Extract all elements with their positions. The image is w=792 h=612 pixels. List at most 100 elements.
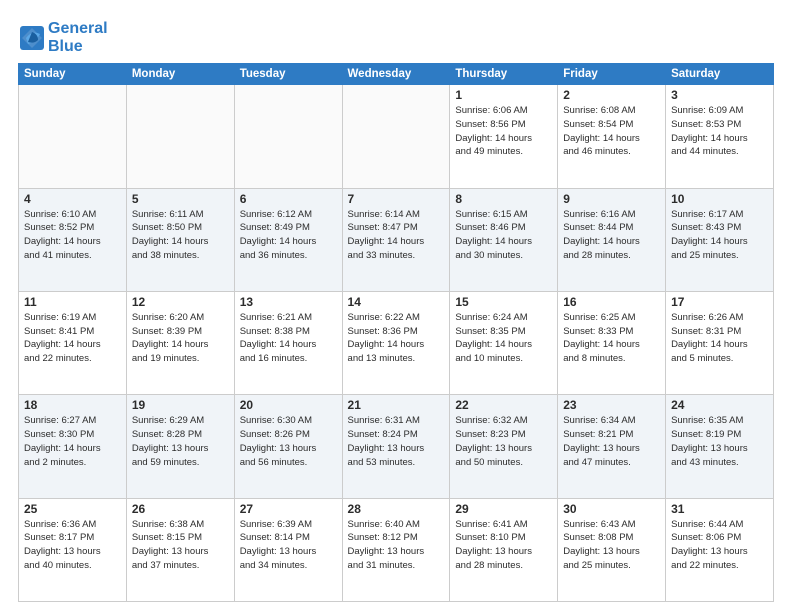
calendar-cell: 16 Sunrise: 6:25 AM Sunset: 8:33 PM Dayli… [558, 291, 666, 394]
calendar-cell: 13 Sunrise: 6:21 AM Sunset: 8:38 PM Dayli… [234, 291, 342, 394]
day-info: Sunrise: 6:21 AM Sunset: 8:38 PM Dayligh… [240, 311, 337, 366]
calendar-cell: 10 Sunrise: 6:17 AM Sunset: 8:43 PM Dayli… [666, 188, 774, 291]
calendar-cell: 2 Sunrise: 6:08 AM Sunset: 8:54 PM Daylig… [558, 85, 666, 188]
calendar-header-row: SundayMondayTuesdayWednesdayThursdayFrid… [19, 64, 774, 85]
day-info: Sunrise: 6:15 AM Sunset: 8:46 PM Dayligh… [455, 208, 552, 263]
calendar-cell: 3 Sunrise: 6:09 AM Sunset: 8:53 PM Daylig… [666, 85, 774, 188]
day-info: Sunrise: 6:25 AM Sunset: 8:33 PM Dayligh… [563, 311, 660, 366]
day-number: 5 [132, 192, 229, 206]
calendar-cell: 7 Sunrise: 6:14 AM Sunset: 8:47 PM Daylig… [342, 188, 450, 291]
day-info: Sunrise: 6:27 AM Sunset: 8:30 PM Dayligh… [24, 414, 121, 469]
day-number: 27 [240, 502, 337, 516]
day-info: Sunrise: 6:19 AM Sunset: 8:41 PM Dayligh… [24, 311, 121, 366]
day-info: Sunrise: 6:43 AM Sunset: 8:08 PM Dayligh… [563, 518, 660, 573]
calendar-cell: 17 Sunrise: 6:26 AM Sunset: 8:31 PM Dayli… [666, 291, 774, 394]
day-number: 12 [132, 295, 229, 309]
day-info: Sunrise: 6:06 AM Sunset: 8:56 PM Dayligh… [455, 104, 552, 159]
day-number: 16 [563, 295, 660, 309]
day-info: Sunrise: 6:08 AM Sunset: 8:54 PM Dayligh… [563, 104, 660, 159]
calendar-cell: 5 Sunrise: 6:11 AM Sunset: 8:50 PM Daylig… [126, 188, 234, 291]
calendar-cell: 12 Sunrise: 6:20 AM Sunset: 8:39 PM Dayli… [126, 291, 234, 394]
calendar-week-row: 25Sunrise: 6:36 AM Sunset: 8:17 PM Dayli… [19, 498, 774, 601]
header: General Blue [18, 16, 774, 55]
calendar-week-row: 1Sunrise: 6:06 AM Sunset: 8:56 PM Daylig… [19, 85, 774, 188]
day-number: 21 [348, 398, 445, 412]
calendar-cell: 29 Sunrise: 6:41 AM Sunset: 8:10 PM Dayli… [450, 498, 558, 601]
calendar-cell: 1Sunrise: 6:06 AM Sunset: 8:56 PM Daylig… [450, 85, 558, 188]
day-info: Sunrise: 6:22 AM Sunset: 8:36 PM Dayligh… [348, 311, 445, 366]
day-info: Sunrise: 6:10 AM Sunset: 8:52 PM Dayligh… [24, 208, 121, 263]
day-number: 13 [240, 295, 337, 309]
day-number: 28 [348, 502, 445, 516]
weekday-header: Friday [558, 64, 666, 85]
day-number: 18 [24, 398, 121, 412]
calendar-week-row: 11 Sunrise: 6:19 AM Sunset: 8:41 PM Dayli… [19, 291, 774, 394]
logo-text: General Blue [48, 20, 108, 55]
calendar-cell [19, 85, 127, 188]
calendar-cell [234, 85, 342, 188]
calendar-cell: 20Sunrise: 6:30 AM Sunset: 8:26 PM Dayli… [234, 395, 342, 498]
day-info: Sunrise: 6:44 AM Sunset: 8:06 PM Dayligh… [671, 518, 768, 573]
logo: General Blue [18, 20, 108, 55]
calendar-cell: 18 Sunrise: 6:27 AM Sunset: 8:30 PM Dayli… [19, 395, 127, 498]
day-number: 24 [671, 398, 768, 412]
day-number: 29 [455, 502, 552, 516]
weekday-header: Tuesday [234, 64, 342, 85]
day-number: 2 [563, 88, 660, 102]
day-info: Sunrise: 6:38 AM Sunset: 8:15 PM Dayligh… [132, 518, 229, 573]
calendar-cell: 26Sunrise: 6:38 AM Sunset: 8:15 PM Dayli… [126, 498, 234, 601]
calendar-cell: 19 Sunrise: 6:29 AM Sunset: 8:28 PM Dayli… [126, 395, 234, 498]
calendar-cell: 31 Sunrise: 6:44 AM Sunset: 8:06 PM Dayli… [666, 498, 774, 601]
day-number: 11 [24, 295, 121, 309]
day-number: 30 [563, 502, 660, 516]
calendar-cell: 28 Sunrise: 6:40 AM Sunset: 8:12 PM Dayli… [342, 498, 450, 601]
day-number: 3 [671, 88, 768, 102]
calendar-cell: 24 Sunrise: 6:35 AM Sunset: 8:19 PM Dayli… [666, 395, 774, 498]
day-number: 31 [671, 502, 768, 516]
day-info: Sunrise: 6:34 AM Sunset: 8:21 PM Dayligh… [563, 414, 660, 469]
calendar-cell: 8 Sunrise: 6:15 AM Sunset: 8:46 PM Daylig… [450, 188, 558, 291]
calendar-cell: 21 Sunrise: 6:31 AM Sunset: 8:24 PM Dayli… [342, 395, 450, 498]
calendar-week-row: 18 Sunrise: 6:27 AM Sunset: 8:30 PM Dayli… [19, 395, 774, 498]
day-number: 22 [455, 398, 552, 412]
day-number: 14 [348, 295, 445, 309]
day-info: Sunrise: 6:41 AM Sunset: 8:10 PM Dayligh… [455, 518, 552, 573]
calendar-cell: 25Sunrise: 6:36 AM Sunset: 8:17 PM Dayli… [19, 498, 127, 601]
calendar-week-row: 4 Sunrise: 6:10 AM Sunset: 8:52 PM Daylig… [19, 188, 774, 291]
day-number: 4 [24, 192, 121, 206]
calendar-cell [126, 85, 234, 188]
logo-icon [18, 24, 46, 52]
day-info: Sunrise: 6:32 AM Sunset: 8:23 PM Dayligh… [455, 414, 552, 469]
day-info: Sunrise: 6:31 AM Sunset: 8:24 PM Dayligh… [348, 414, 445, 469]
day-number: 10 [671, 192, 768, 206]
day-number: 23 [563, 398, 660, 412]
day-info: Sunrise: 6:40 AM Sunset: 8:12 PM Dayligh… [348, 518, 445, 573]
day-info: Sunrise: 6:12 AM Sunset: 8:49 PM Dayligh… [240, 208, 337, 263]
page: General Blue SundayMondayTuesdayWednesda… [0, 0, 792, 612]
day-info: Sunrise: 6:35 AM Sunset: 8:19 PM Dayligh… [671, 414, 768, 469]
day-number: 15 [455, 295, 552, 309]
day-info: Sunrise: 6:29 AM Sunset: 8:28 PM Dayligh… [132, 414, 229, 469]
weekday-header: Wednesday [342, 64, 450, 85]
calendar-cell: 27Sunrise: 6:39 AM Sunset: 8:14 PM Dayli… [234, 498, 342, 601]
day-info: Sunrise: 6:26 AM Sunset: 8:31 PM Dayligh… [671, 311, 768, 366]
day-info: Sunrise: 6:11 AM Sunset: 8:50 PM Dayligh… [132, 208, 229, 263]
calendar-cell: 9Sunrise: 6:16 AM Sunset: 8:44 PM Daylig… [558, 188, 666, 291]
weekday-header: Monday [126, 64, 234, 85]
day-info: Sunrise: 6:24 AM Sunset: 8:35 PM Dayligh… [455, 311, 552, 366]
day-number: 17 [671, 295, 768, 309]
day-number: 19 [132, 398, 229, 412]
weekday-header: Saturday [666, 64, 774, 85]
calendar-cell: 15 Sunrise: 6:24 AM Sunset: 8:35 PM Dayli… [450, 291, 558, 394]
day-info: Sunrise: 6:20 AM Sunset: 8:39 PM Dayligh… [132, 311, 229, 366]
day-info: Sunrise: 6:17 AM Sunset: 8:43 PM Dayligh… [671, 208, 768, 263]
calendar-cell: 6 Sunrise: 6:12 AM Sunset: 8:49 PM Daylig… [234, 188, 342, 291]
day-info: Sunrise: 6:30 AM Sunset: 8:26 PM Dayligh… [240, 414, 337, 469]
day-number: 6 [240, 192, 337, 206]
day-number: 7 [348, 192, 445, 206]
day-info: Sunrise: 6:09 AM Sunset: 8:53 PM Dayligh… [671, 104, 768, 159]
calendar-cell: 30 Sunrise: 6:43 AM Sunset: 8:08 PM Dayli… [558, 498, 666, 601]
day-number: 8 [455, 192, 552, 206]
day-info: Sunrise: 6:14 AM Sunset: 8:47 PM Dayligh… [348, 208, 445, 263]
day-number: 25 [24, 502, 121, 516]
